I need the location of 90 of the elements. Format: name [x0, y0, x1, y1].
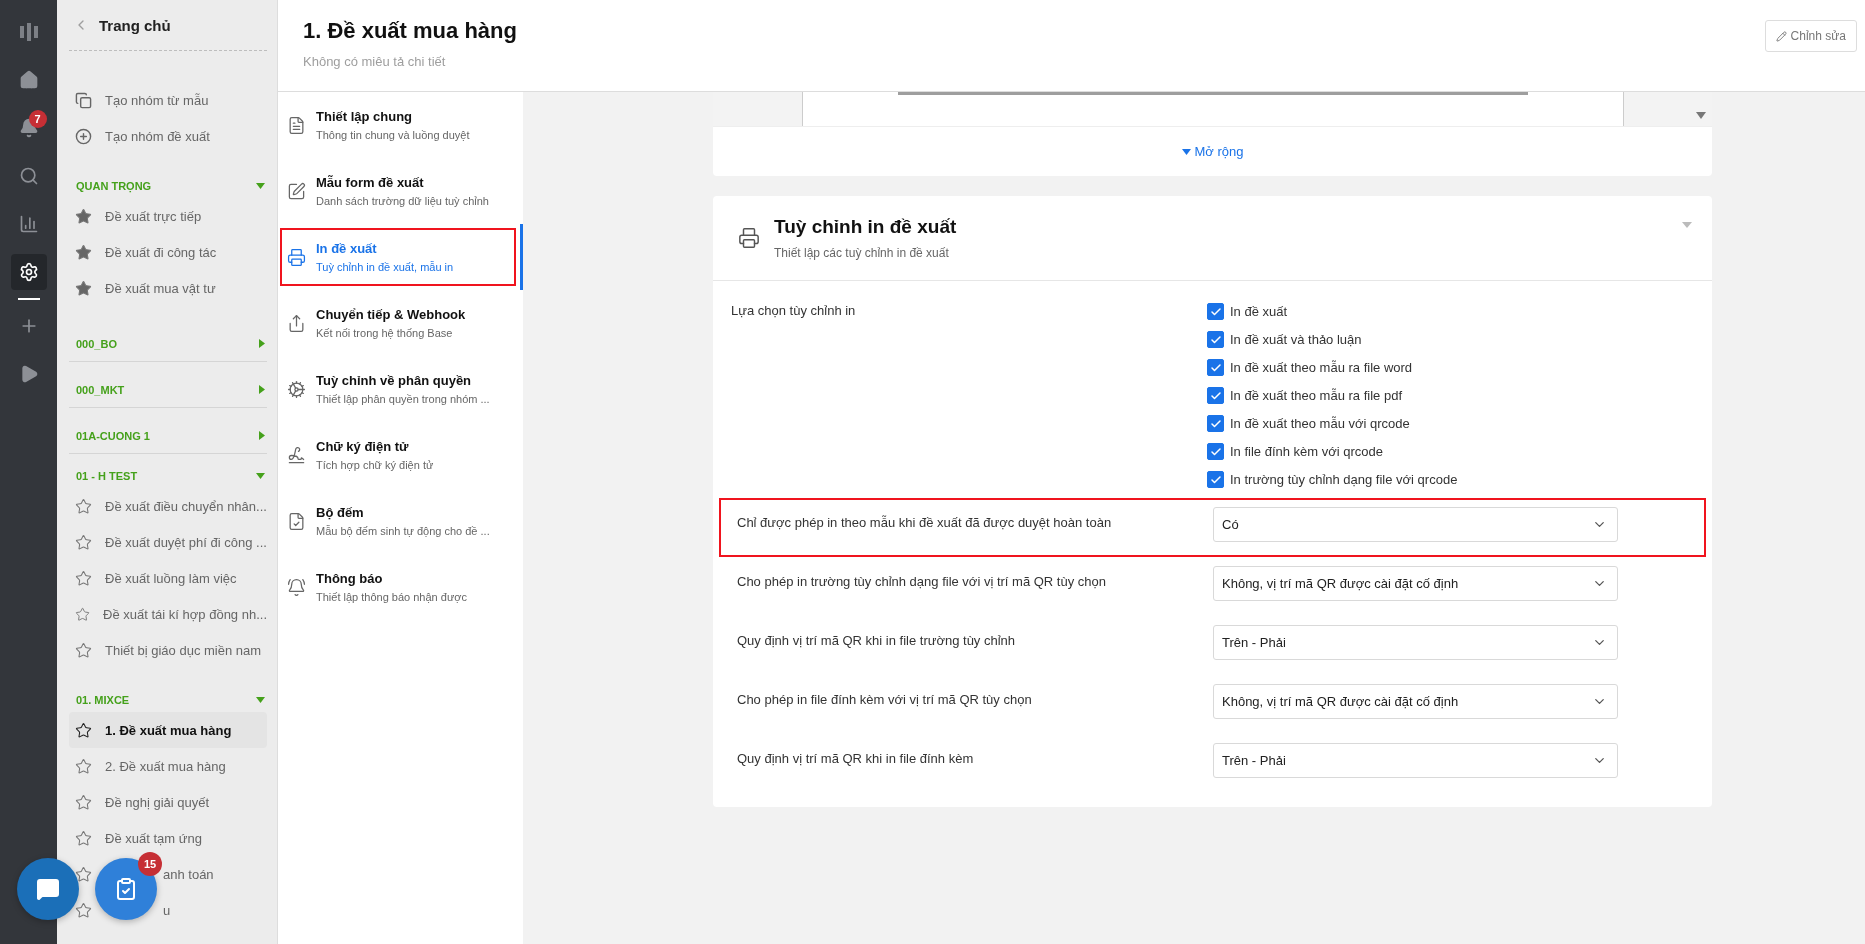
checkbox-label: In đề xuất và thảo luận	[1230, 332, 1362, 347]
select-field[interactable]: Trên - Phải	[1213, 625, 1618, 660]
group-header[interactable]: QUAN TRỌNG	[76, 180, 152, 192]
sidebar-item[interactable]: Đề xuất tạm ứng	[105, 830, 202, 846]
rail-button[interactable]: 7	[10, 110, 47, 146]
expand-link[interactable]: Mở rộng	[1181, 144, 1244, 159]
settings-icon	[18, 262, 39, 282]
bar-chart-icon	[18, 214, 39, 234]
add-circle-icon	[75, 127, 92, 145]
check-icon	[1209, 389, 1222, 402]
bell-icon	[287, 577, 306, 597]
checkbox-label: In trường tùy chỉnh dạng file với qrcode	[1230, 472, 1458, 487]
chat-icon[interactable]	[36, 877, 60, 901]
group-header[interactable]: 000_MKT	[76, 383, 125, 396]
sidebar-action[interactable]: Tạo nhóm từ mẫu	[69, 82, 267, 118]
rail-button[interactable]	[10, 254, 47, 290]
nav-item[interactable]: Chuyển tiếp & Webhook Kết nối trong hệ thống Base	[278, 290, 523, 356]
select-field[interactable]: Có	[1213, 507, 1618, 542]
checkbox-label: In đề xuất theo mẫu ra file pdf	[1230, 388, 1402, 403]
sidebar-item[interactable]: Đề xuất duyệt phí đi công ...	[105, 534, 267, 550]
sidebar-item[interactable]: Thiết bị giáo dục miền nam	[105, 642, 262, 658]
sidebar-item[interactable]: anh toán	[163, 866, 214, 882]
nav-item[interactable]: Tuỳ chỉnh về phân quyền Thiết lập phân quyền trong nhóm ...	[278, 356, 523, 422]
setting-label: Chỉ được phép in theo mẫu khi đề xuất đã được duyệt hoàn toàn	[737, 514, 1113, 532]
file-check-icon	[287, 511, 306, 531]
checkbox[interactable]	[1207, 387, 1224, 404]
setting-label: Quy định vị trí mã QR khi in file đính kèm	[737, 750, 975, 768]
sidebar-item[interactable]: Đề xuất luồng làm việc	[105, 570, 237, 586]
page-subtitle: Không có miêu tả chi tiết	[303, 54, 447, 69]
share-icon	[287, 313, 306, 333]
nav-item[interactable]: Chữ ký điện tử Tích hợp chữ ký điện tử	[278, 422, 523, 488]
setting-label: Cho phép in file đính kèm với vị trí mã QR tùy chọn	[737, 691, 1033, 709]
select-field[interactable]: Không, vị trí mã QR được cài đặt cố định	[1213, 566, 1618, 601]
check-icon	[1209, 333, 1222, 346]
search-icon	[18, 166, 39, 186]
checkbox[interactable]	[1207, 331, 1224, 348]
nav-item[interactable]: Bộ đếm Mẫu bộ đếm sinh tự động cho đề ...	[278, 488, 523, 554]
checkbox[interactable]	[1207, 303, 1224, 320]
signature-icon	[287, 445, 306, 465]
check-icon	[1209, 417, 1222, 430]
checkbox-label: In đề xuất theo mẫu với qrcode	[1230, 416, 1410, 431]
document-icon	[287, 115, 306, 135]
sidebar-item[interactable]: Đề xuất trực tiếp	[105, 208, 202, 224]
nav-item[interactable]: Thiết lập chung Thông tin chung và luồng duyệt	[278, 92, 523, 158]
copy-icon	[75, 91, 92, 109]
sidebar-item[interactable]: 2. Đề xuất mua hàng	[105, 758, 226, 774]
card-subtitle: Thiết lập các tuỳ chỉnh in đề xuất	[774, 246, 950, 260]
card-title: Tuỳ chỉnh in đề xuất	[774, 216, 957, 238]
group-header[interactable]: 01. MIXCE	[76, 694, 130, 706]
edit-icon	[287, 181, 306, 201]
clipboard-check-icon[interactable]	[114, 877, 138, 901]
select-field[interactable]: Không, vị trí mã QR được cài đặt cố định	[1213, 684, 1618, 719]
sidebar-item[interactable]: Đề xuất mua vật tư	[105, 280, 216, 296]
caret-down-icon	[1181, 148, 1191, 155]
scroll-arrow-icon[interactable]	[1696, 112, 1706, 119]
printer-icon	[738, 227, 760, 249]
check-icon	[1209, 361, 1222, 374]
edit-button[interactable]: Chỉnh sửa	[1764, 20, 1857, 52]
cog-icon	[287, 379, 306, 399]
checkbox[interactable]	[1207, 415, 1224, 432]
sidebar-item[interactable]: Đề xuất điều chuyển nhân...	[105, 498, 267, 514]
sidebar-item[interactable]: Đề nghị giải quyết	[105, 794, 210, 810]
check-icon	[1209, 305, 1222, 318]
checkbox-label: In đề xuất	[1230, 304, 1288, 319]
setting-label: Cho phép in trường tùy chỉnh dạng file với vị trí mã QR tùy chọn	[737, 573, 1107, 591]
select-field[interactable]: Trên - Phải	[1213, 743, 1618, 778]
home-icon	[18, 70, 39, 90]
checkbox[interactable]	[1207, 471, 1224, 488]
nav-item[interactable]: Thông báo Thiết lập thông báo nhận được	[278, 554, 523, 620]
check-icon	[1209, 473, 1222, 486]
printer-icon	[287, 247, 306, 267]
check-icon	[1209, 445, 1222, 458]
checkbox-label: In đề xuất theo mẫu ra file word	[1230, 360, 1413, 375]
group-header[interactable]: 01A-CUONG 1	[76, 429, 150, 442]
setting-label: Quy định vị trí mã QR khi in file trường tùy chỉnh	[737, 632, 1017, 650]
group-header[interactable]: 000_BO	[76, 337, 117, 350]
nav-item[interactable]: Mẫu form đề xuất Danh sách trường dữ liệu tuỳ chỉnh	[278, 158, 523, 224]
sidebar-item[interactable]: u	[163, 902, 171, 918]
checkbox[interactable]	[1207, 443, 1224, 460]
group-header[interactable]: 01 - H TEST	[76, 470, 138, 482]
sidebar-title: Trang chủ	[99, 16, 171, 34]
checkbox[interactable]	[1207, 359, 1224, 376]
sidebar-item[interactable]: Đề xuất tái kí hợp đồng nh...	[103, 606, 267, 622]
logo-icon	[17, 21, 40, 43]
sidebar-action[interactable]: Tạo nhóm đề xuất	[69, 118, 267, 154]
page-title: 1. Đề xuất mua hàng	[303, 18, 517, 44]
pencil-icon	[1775, 30, 1787, 42]
sidebar-item[interactable]: Đề xuất đi công tác	[105, 244, 217, 260]
checkbox-label: In file đính kèm với qrcode	[1230, 444, 1384, 459]
setting-label: Lựa chọn tùy chỉnh in	[731, 302, 857, 320]
